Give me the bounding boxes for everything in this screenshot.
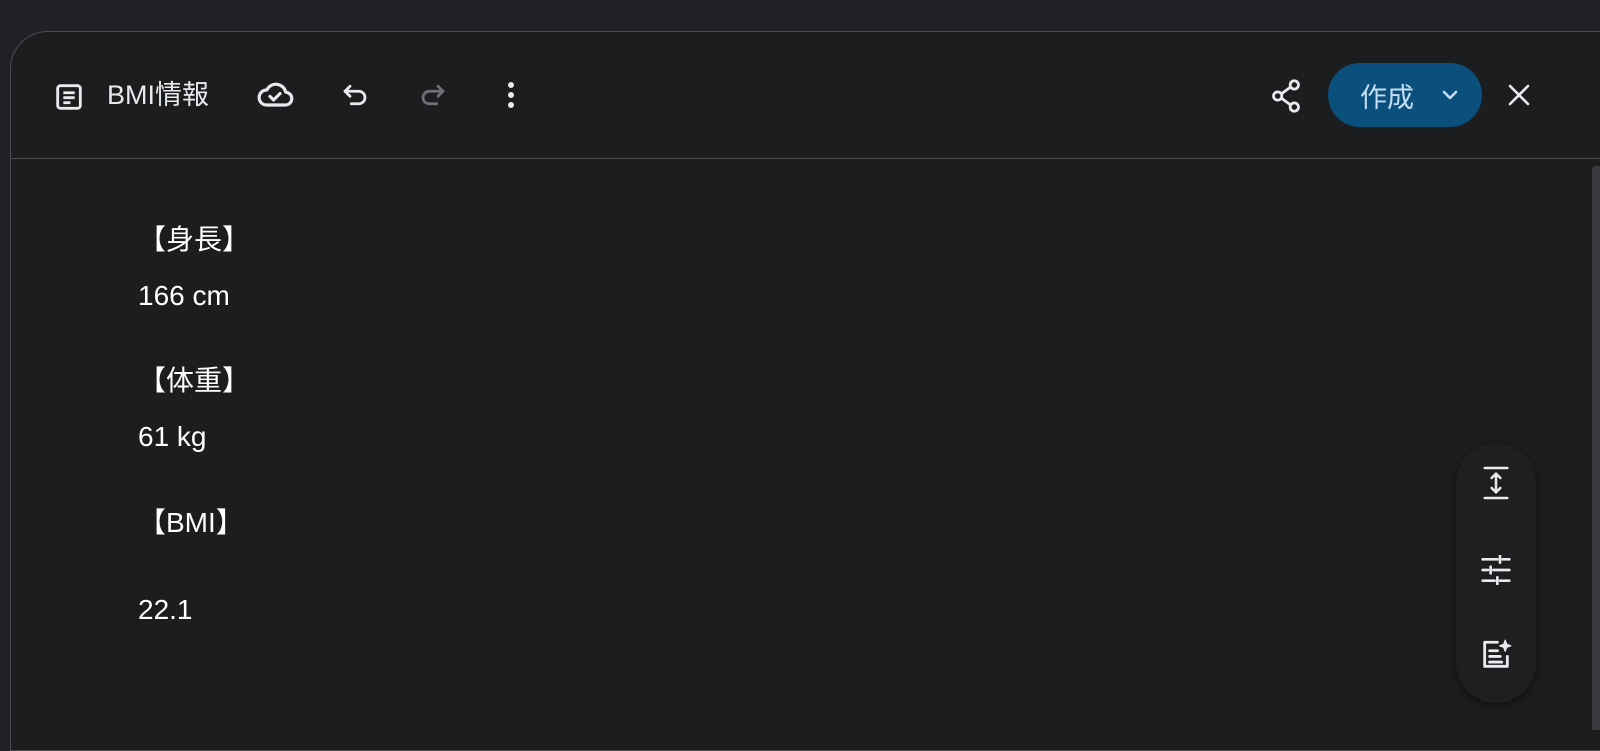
create-button-label: 作成 [1360, 82, 1414, 113]
weight-heading: 【体重】 [138, 365, 251, 396]
line-spacing-icon[interactable] [1476, 463, 1516, 503]
toolbar: BMI情報 作成 [11, 32, 1600, 159]
weight-value: 61 kg [138, 421, 207, 452]
chevron-down-icon[interactable] [1440, 85, 1460, 105]
tune-icon[interactable] [1476, 550, 1516, 590]
side-tools-panel [1456, 443, 1536, 703]
share-icon[interactable] [1266, 76, 1306, 116]
scrollbar[interactable] [1592, 166, 1600, 730]
document-title[interactable]: BMI情報 [107, 76, 209, 114]
undo-icon[interactable] [337, 77, 373, 113]
height-heading: 【身長】 [138, 224, 251, 255]
note-panel: BMI情報 作成 【身長】 166 cm 【体重】 61 kg 【BMI】 22… [10, 31, 1600, 751]
close-icon[interactable] [1501, 77, 1537, 113]
document-icon [51, 79, 87, 115]
bmi-heading: 【BMI】 [138, 507, 244, 538]
redo-icon[interactable] [415, 77, 451, 113]
ai-notes-icon[interactable] [1476, 635, 1516, 675]
cloud-saved-icon[interactable] [254, 76, 296, 114]
create-button[interactable]: 作成 [1328, 63, 1482, 127]
more-vert-icon[interactable] [493, 77, 529, 113]
bmi-value: 22.1 [138, 594, 193, 625]
height-value: 166 cm [138, 280, 230, 311]
